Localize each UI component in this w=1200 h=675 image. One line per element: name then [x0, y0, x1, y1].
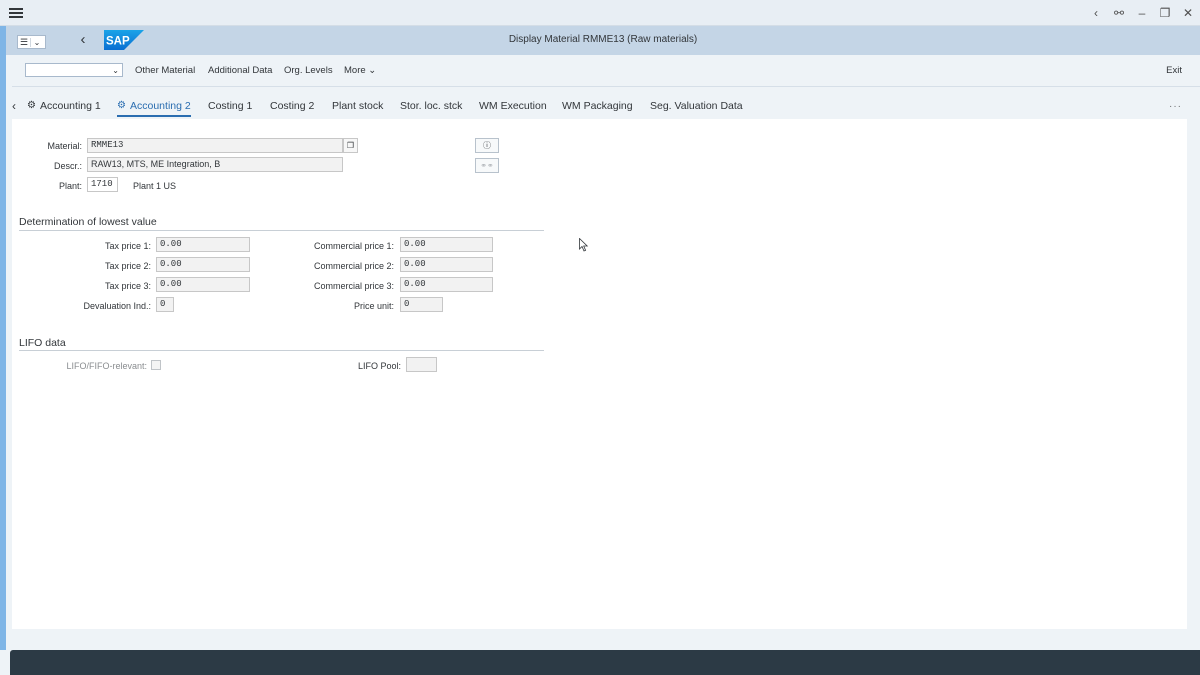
hamburger-icon[interactable]: [8, 6, 24, 20]
commercial-price-2-field[interactable]: 0.00: [400, 257, 493, 272]
minimize-icon[interactable]: –: [1134, 4, 1150, 22]
sap-header: ☰ ⌄ ‹ SAP Display Material RMME13 (Raw m…: [6, 26, 1200, 55]
plant-field[interactable]: 1710: [87, 177, 118, 192]
plant-description: Plant 1 US: [133, 181, 177, 191]
description-field[interactable]: RAW13, MTS, ME Integration, B: [87, 157, 343, 172]
section-lifo-title: LIFO data: [19, 337, 66, 349]
commercial-price-3-label: Commercial price 3:: [313, 281, 394, 291]
tax-price-3-label: Tax price 3:: [104, 281, 151, 291]
chevron-down-icon: ⌄: [112, 66, 119, 75]
lifo-fifo-relevant-label: LIFO/FIFO-relevant:: [66, 361, 147, 371]
glasses-button[interactable]: ⚭⚭: [475, 158, 499, 173]
section-lowest-value-title: Determination of lowest value: [19, 216, 157, 228]
price-unit-label: Price unit:: [353, 301, 394, 311]
tab-costing-2[interactable]: Costing 2: [270, 100, 314, 112]
tab-costing-1[interactable]: Costing 1: [208, 100, 252, 112]
tab-accounting-1[interactable]: ⚙ Accounting 1: [27, 100, 101, 112]
accounting-icon: ⚙: [117, 100, 126, 111]
accounting-icon: ⚙: [27, 100, 36, 111]
commercial-price-2-label: Commercial price 2:: [313, 261, 394, 271]
tab-accounting-2[interactable]: ⚙ Accounting 2: [117, 100, 191, 117]
commercial-price-3-field[interactable]: 0.00: [400, 277, 493, 292]
tab-wm-execution[interactable]: WM Execution: [479, 100, 547, 112]
chevron-left-icon[interactable]: ‹: [1088, 4, 1104, 22]
tax-price-1-field[interactable]: 0.00: [156, 237, 250, 252]
tax-price-3-field[interactable]: 0.00: [156, 277, 250, 292]
commercial-price-1-field[interactable]: 0.00: [400, 237, 493, 252]
application-toolbar: ⌄ Other Material Additional Data Org. Le…: [12, 55, 1200, 87]
tax-price-1-label: Tax price 1:: [104, 241, 151, 251]
devaluation-ind-label: Devaluation Ind.:: [83, 301, 151, 311]
glasses-icon: ⚭⚭: [480, 161, 494, 170]
window-titlebar: ‹ ⚯ – ❐ ✕: [0, 0, 1200, 26]
restore-icon[interactable]: ❐: [1157, 4, 1173, 22]
descr-label: Descr.:: [53, 161, 82, 171]
lifo-pool-label: LIFO Pool:: [357, 361, 401, 371]
close-icon[interactable]: ✕: [1180, 4, 1196, 22]
exit-button[interactable]: Exit: [1166, 65, 1182, 76]
material-field[interactable]: RMME13: [87, 138, 343, 153]
lifo-pool-field[interactable]: [406, 357, 437, 372]
info-icon: ⓘ: [483, 141, 491, 150]
commercial-price-1-label: Commercial price 1:: [313, 241, 394, 251]
org-levels-button[interactable]: Org. Levels: [284, 65, 333, 76]
more-tabs-icon[interactable]: ···: [1169, 101, 1182, 112]
section-divider: [19, 230, 544, 231]
info-button[interactable]: ⓘ: [475, 138, 499, 153]
lock-icon[interactable]: ⚯: [1111, 4, 1127, 22]
tab-stor-loc-stck[interactable]: Stor. loc. stck: [400, 100, 462, 112]
tabstrip: ‹ ⚙ Accounting 1 ⚙ Accounting 2 Costing 1 …: [12, 96, 1200, 118]
other-material-button[interactable]: Other Material: [135, 65, 195, 76]
section-divider: [19, 350, 544, 351]
plant-label: Plant:: [58, 181, 82, 191]
copy-icon[interactable]: ❐: [343, 138, 358, 153]
tab-scroll-left-icon[interactable]: ‹: [12, 99, 16, 113]
content-panel: Material: RMME13 ❐ ⓘ Descr.: RAW13, MTS,…: [12, 119, 1187, 629]
tax-price-2-field[interactable]: 0.00: [156, 257, 250, 272]
material-label: Material:: [47, 141, 82, 151]
toolbar-dropdown[interactable]: ⌄: [25, 63, 123, 77]
price-unit-field[interactable]: 0: [400, 297, 443, 312]
additional-data-button[interactable]: Additional Data: [208, 65, 272, 76]
window-controls: ‹ ⚯ – ❐ ✕: [1081, 4, 1196, 22]
mouse-cursor-icon: [579, 238, 589, 252]
tab-wm-packaging[interactable]: WM Packaging: [562, 100, 633, 112]
tax-price-2-label: Tax price 2:: [104, 261, 151, 271]
tab-seg-valuation-data[interactable]: Seg. Valuation Data: [650, 100, 743, 112]
page-title: Display Material RMME13 (Raw materials): [508, 34, 698, 45]
left-edge: [0, 26, 6, 650]
status-bar: [10, 650, 1200, 675]
lifo-fifo-relevant-checkbox[interactable]: [151, 360, 161, 370]
chevron-down-icon: ⌄: [368, 65, 377, 76]
more-menu-button[interactable]: More ⌄: [344, 65, 376, 76]
tab-plant-stock[interactable]: Plant stock: [332, 100, 383, 112]
devaluation-ind-field[interactable]: 0: [156, 297, 174, 312]
